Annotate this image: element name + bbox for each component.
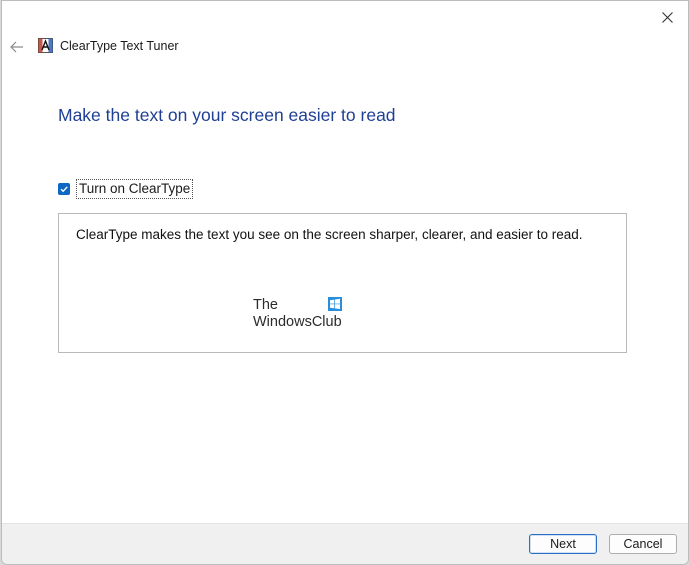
cancel-button-label: Cancel: [623, 537, 663, 551]
cleartype-checkbox-label[interactable]: Turn on ClearType: [76, 179, 194, 199]
cleartype-app-icon: [38, 38, 53, 53]
preview-box: ClearType makes the text you see on the …: [58, 213, 627, 353]
back-arrow-icon: [10, 41, 23, 53]
checkmark-icon: [60, 186, 68, 193]
cleartype-toggle[interactable]: Turn on ClearType: [58, 179, 194, 199]
next-button[interactable]: Next: [529, 534, 597, 554]
back-button[interactable]: [6, 37, 28, 57]
cancel-button[interactable]: Cancel: [609, 534, 677, 554]
preview-text: ClearType makes the text you see on the …: [76, 227, 583, 242]
window-title: ClearType Text Tuner: [60, 39, 179, 53]
page-heading: Make the text on your screen easier to r…: [58, 105, 396, 125]
watermark-line2: WindowsClub: [253, 314, 342, 330]
cleartype-window: ClearType Text Tuner Make the text on yo…: [1, 0, 689, 565]
windows-logo-icon: [328, 297, 342, 311]
close-icon: [661, 11, 673, 23]
cleartype-checkbox[interactable]: [58, 183, 70, 195]
close-button[interactable]: [652, 3, 682, 31]
next-button-label: Next: [550, 537, 576, 551]
footer-bar: Next Cancel: [2, 523, 688, 564]
